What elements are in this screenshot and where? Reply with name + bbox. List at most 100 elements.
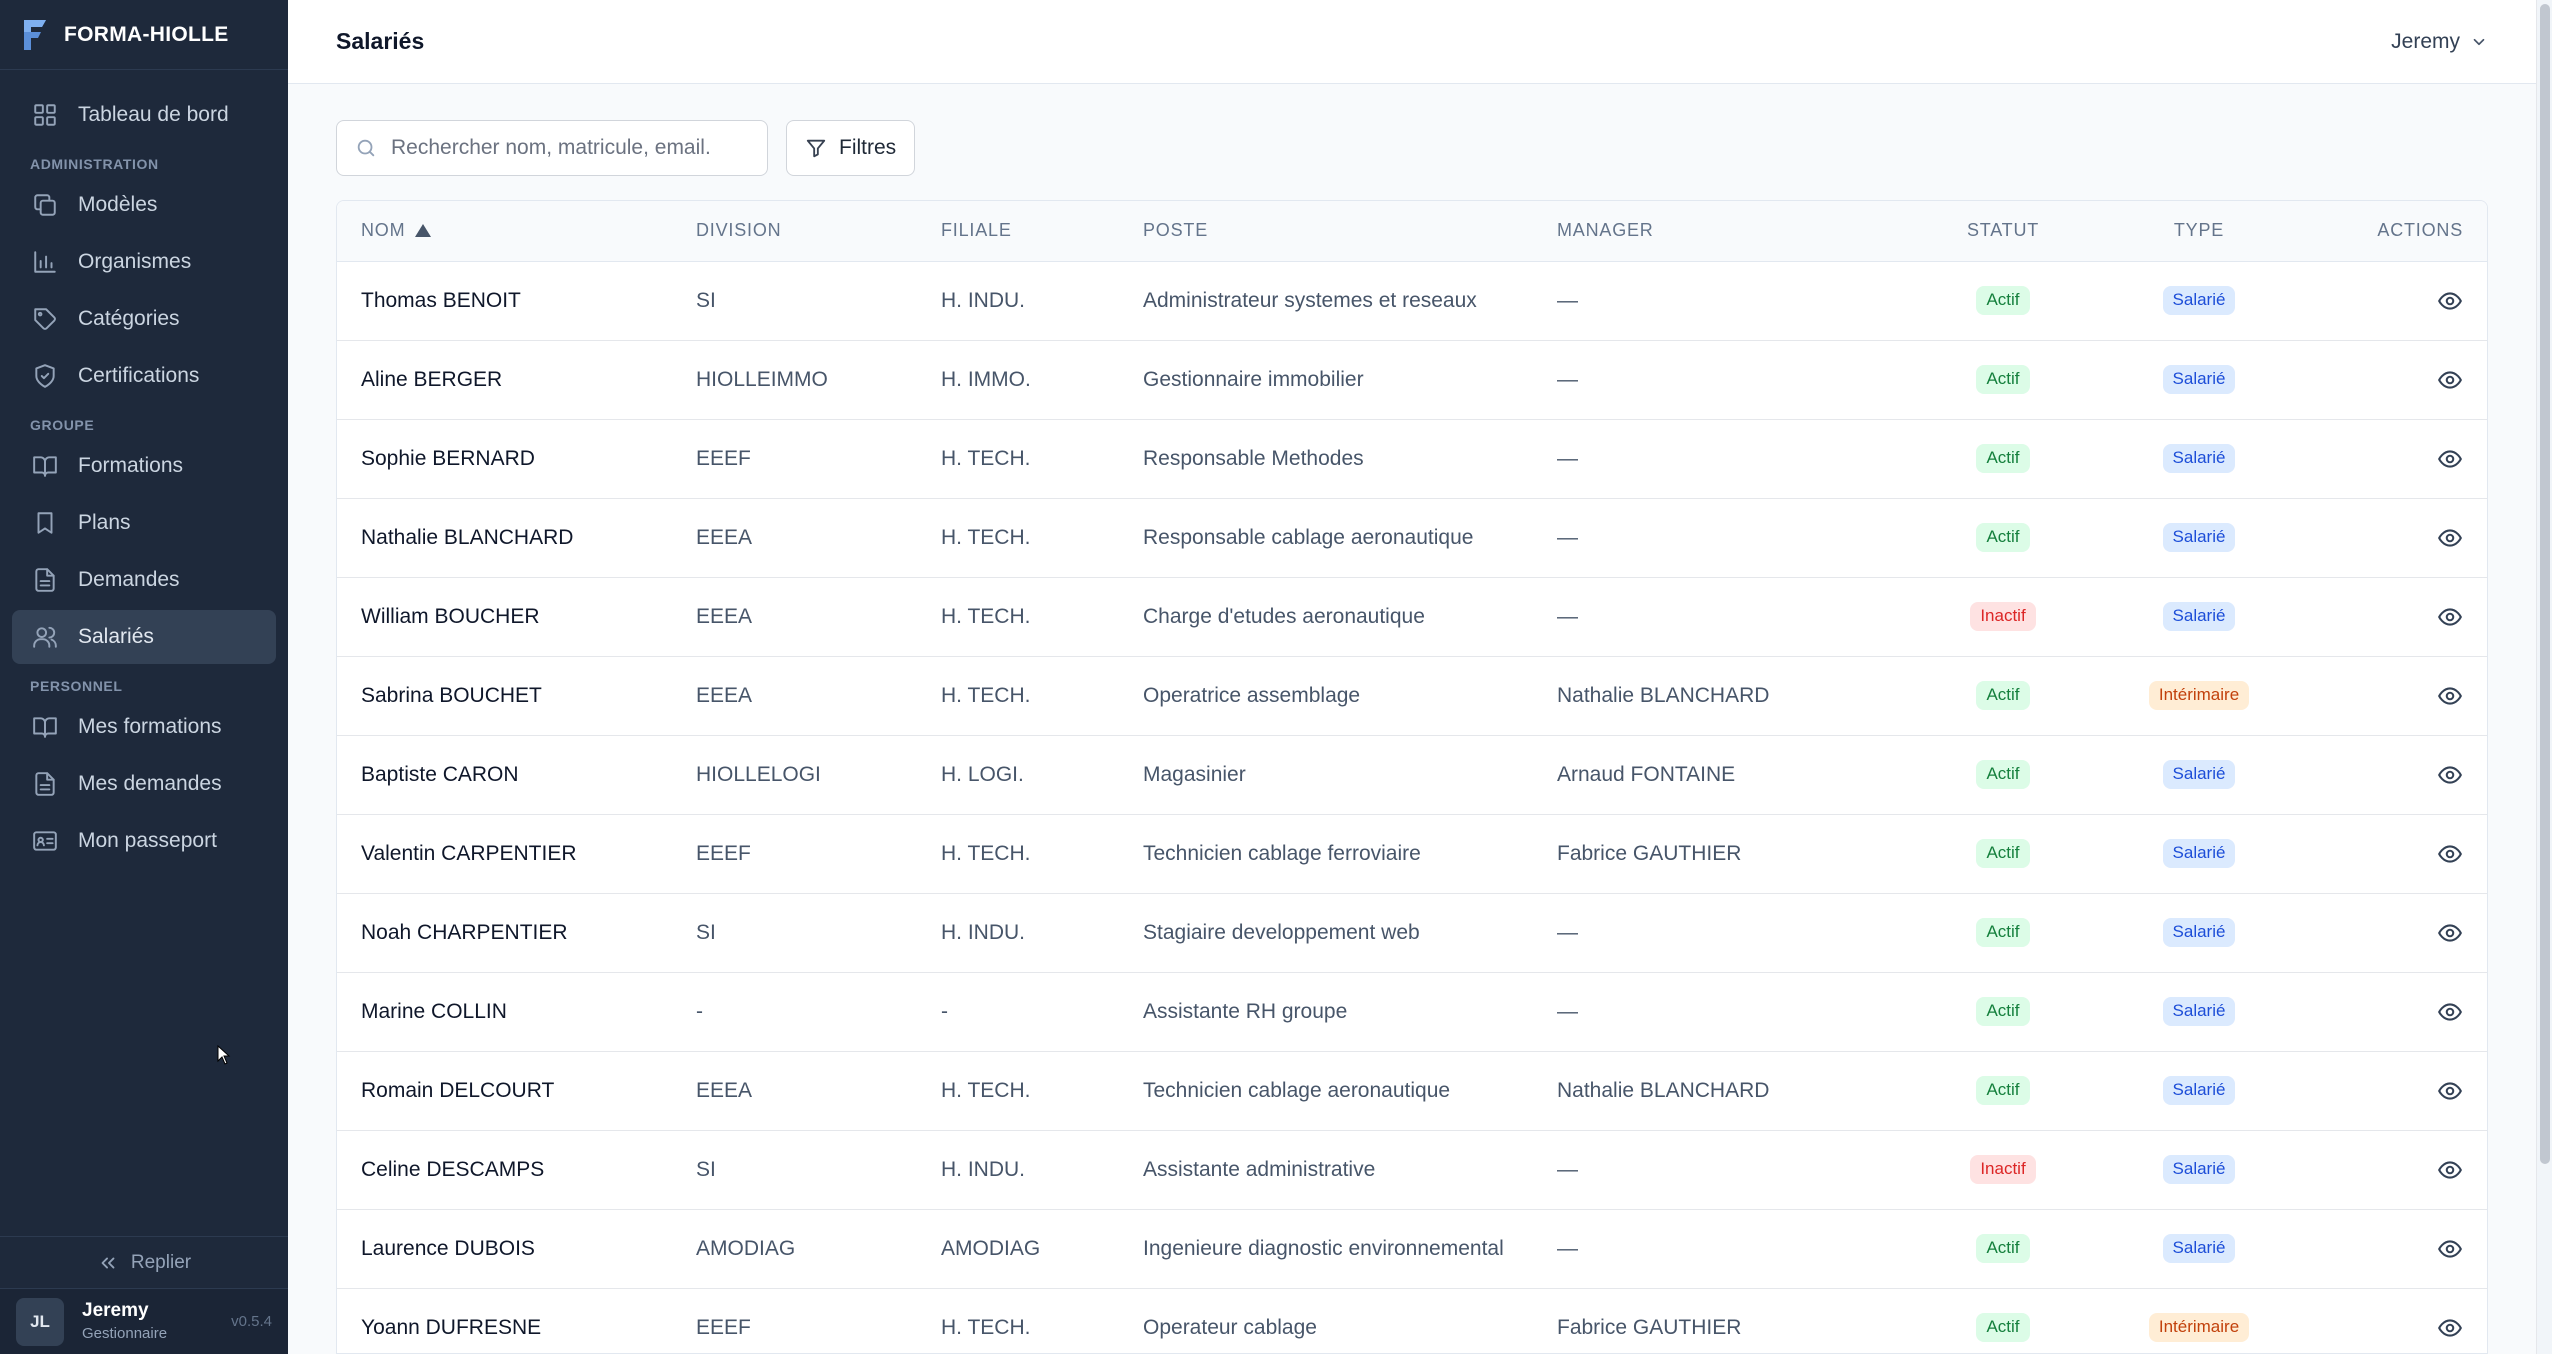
view-eye-icon[interactable] bbox=[2437, 1078, 2463, 1104]
book-open-icon bbox=[33, 717, 57, 738]
employees-table-container: NOM DIVISION FILIALE POSTE MANAGER STATU… bbox=[336, 200, 2488, 1354]
cell-nom[interactable]: Yoann DUFRESNE bbox=[337, 1288, 696, 1353]
user-menu-button[interactable]: Jeremy bbox=[2391, 30, 2488, 54]
cell-poste: Magasinier bbox=[1143, 762, 1246, 786]
sidebar-item-modeles[interactable]: Modèles bbox=[12, 178, 276, 232]
table-row[interactable]: Nathalie BLANCHARD EEEA H. TECH. Responsabl… bbox=[337, 498, 2487, 577]
view-eye-icon[interactable] bbox=[2437, 446, 2463, 472]
search-box[interactable] bbox=[336, 120, 768, 176]
column-header-nom[interactable]: NOM bbox=[337, 201, 696, 262]
user-role: Gestionnaire bbox=[82, 1325, 168, 1343]
column-header-manager[interactable]: MANAGER bbox=[1557, 201, 1905, 262]
view-eye-icon[interactable] bbox=[2437, 1315, 2463, 1341]
sidebar-item-certifications[interactable]: Certifications bbox=[12, 349, 276, 403]
cell-nom[interactable]: Laurence DUBOIS bbox=[337, 1209, 696, 1288]
column-header-filiale[interactable]: FILIALE bbox=[941, 201, 1143, 262]
cell-nom[interactable]: Sophie BERNARD bbox=[337, 419, 696, 498]
cell-division: EEEA bbox=[696, 683, 753, 707]
sidebar-item-salaries[interactable]: Salariés bbox=[12, 610, 276, 664]
cell-type: Salarié bbox=[2101, 814, 2297, 893]
cell-filiale: H. TECH. bbox=[941, 1078, 1031, 1102]
table-row[interactable]: Romain DELCOURT EEEA H. TECH. Technicien ca… bbox=[337, 1051, 2487, 1130]
table-row[interactable]: Marine COLLIN - - Assistante RH groupe — Acti… bbox=[337, 972, 2487, 1051]
brand[interactable]: FORMA-HIOLLE bbox=[0, 0, 288, 70]
sidebar-item-dashboard[interactable]: Tableau de bord bbox=[12, 88, 276, 142]
cell-nom[interactable]: Baptiste CARON bbox=[337, 735, 696, 814]
view-eye-icon[interactable] bbox=[2437, 604, 2463, 630]
cell-actions bbox=[2297, 498, 2487, 577]
type-badge: Salarié bbox=[2162, 839, 2236, 868]
cell-type: Salarié bbox=[2101, 419, 2297, 498]
view-eye-icon[interactable] bbox=[2437, 683, 2463, 709]
status-badge: Actif bbox=[1976, 286, 2030, 315]
table-row[interactable]: Thomas BENOIT SI H. INDU. Administrateur sy… bbox=[337, 261, 2487, 340]
scrollbar-thumb[interactable] bbox=[2540, 4, 2550, 1164]
table-row[interactable]: Sabrina BOUCHET EEEA H. TECH. Operatrice as… bbox=[337, 656, 2487, 735]
cell-type: Salarié bbox=[2101, 1209, 2297, 1288]
column-header-poste[interactable]: POSTE bbox=[1143, 201, 1557, 262]
cell-division: EEEA bbox=[696, 525, 753, 549]
search-input[interactable] bbox=[391, 136, 751, 160]
status-badge: Actif bbox=[1976, 1313, 2030, 1342]
column-header-label: NOM bbox=[361, 220, 406, 241]
table-row[interactable]: Valentin CARPENTIER EEEF H. TECH. Technicie… bbox=[337, 814, 2487, 893]
table-row[interactable]: Celine DESCAMPS SI H. INDU. Assistante admi… bbox=[337, 1130, 2487, 1209]
table-row[interactable]: Noah CHARPENTIER SI H. INDU. Stagiaire deve… bbox=[337, 893, 2487, 972]
cell-poste: Administrateur systemes et reseaux bbox=[1143, 288, 1477, 312]
cell-poste: Charge d'etudes aeronautique bbox=[1143, 604, 1425, 628]
cell-nom[interactable]: Romain DELCOURT bbox=[337, 1051, 696, 1130]
cell-nom[interactable]: Valentin CARPENTIER bbox=[337, 814, 696, 893]
sidebar-item-plans[interactable]: Plans bbox=[12, 496, 276, 550]
cell-filiale: H. TECH. bbox=[941, 683, 1031, 707]
table-row[interactable]: Baptiste CARON HIOLLELOGI H. LOGI. Magasini… bbox=[337, 735, 2487, 814]
sidebar-item-formations[interactable]: Formations bbox=[12, 439, 276, 493]
cell-nom[interactable]: Nathalie BLANCHARD bbox=[337, 498, 696, 577]
filters-button[interactable]: Filtres bbox=[786, 120, 916, 176]
cell-nom[interactable]: William BOUCHER bbox=[337, 577, 696, 656]
user-card[interactable]: JL Jeremy Gestionnaire v0.5.4 bbox=[0, 1288, 288, 1354]
cell-type: Intérimaire bbox=[2101, 656, 2297, 735]
collapse-sidebar-button[interactable]: Replier bbox=[0, 1236, 288, 1288]
cell-nom[interactable]: Celine DESCAMPS bbox=[337, 1130, 696, 1209]
cell-division: SI bbox=[696, 288, 716, 312]
view-eye-icon[interactable] bbox=[2437, 841, 2463, 867]
user-name: Jeremy bbox=[82, 1300, 149, 1322]
sidebar-item-mes-formations[interactable]: Mes formations bbox=[12, 700, 276, 754]
search-icon bbox=[357, 139, 375, 157]
cell-statut: Actif bbox=[1905, 1288, 2101, 1353]
view-eye-icon[interactable] bbox=[2437, 367, 2463, 393]
cell-filiale: H. INDU. bbox=[941, 920, 1025, 944]
cell-nom[interactable]: Marine COLLIN bbox=[337, 972, 696, 1051]
cell-nom[interactable]: Aline BERGER bbox=[337, 340, 696, 419]
table-row[interactable]: Aline BERGER HIOLLEIMMO H. IMMO. Gestionnai… bbox=[337, 340, 2487, 419]
column-header-statut[interactable]: STATUT bbox=[1905, 201, 2101, 262]
cell-filiale: H. IMMO. bbox=[941, 367, 1031, 391]
view-eye-icon[interactable] bbox=[2437, 920, 2463, 946]
sidebar-item-mes-demandes[interactable]: Mes demandes bbox=[12, 757, 276, 811]
cell-actions bbox=[2297, 893, 2487, 972]
cell-nom[interactable]: Sabrina BOUCHET bbox=[337, 656, 696, 735]
view-eye-icon[interactable] bbox=[2437, 525, 2463, 551]
column-header-type[interactable]: TYPE bbox=[2101, 201, 2297, 262]
table-row[interactable]: Sophie BERNARD EEEF H. TECH. Responsable Me… bbox=[337, 419, 2487, 498]
table-row[interactable]: Yoann DUFRESNE EEEF H. TECH. Operateur cabl… bbox=[337, 1288, 2487, 1353]
view-eye-icon[interactable] bbox=[2437, 288, 2463, 314]
view-eye-icon[interactable] bbox=[2437, 1236, 2463, 1262]
cell-manager: Fabrice GAUTHIER bbox=[1557, 1315, 1742, 1339]
view-eye-icon[interactable] bbox=[2437, 999, 2463, 1025]
sidebar-item-categories[interactable]: Catégories bbox=[12, 292, 276, 346]
table-row[interactable]: William BOUCHER EEEA H. TECH. Charge d'etud… bbox=[337, 577, 2487, 656]
type-badge: Salarié bbox=[2162, 444, 2236, 473]
id-card-icon bbox=[33, 831, 57, 851]
view-eye-icon[interactable] bbox=[2437, 1157, 2463, 1183]
page-scrollbar[interactable] bbox=[2536, 0, 2552, 1354]
table-row[interactable]: Laurence DUBOIS AMODIAG AMODIAG Ingenieure … bbox=[337, 1209, 2487, 1288]
cell-nom[interactable]: Thomas BENOIT bbox=[337, 261, 696, 340]
view-eye-icon[interactable] bbox=[2437, 762, 2463, 788]
cell-manager: — bbox=[1557, 446, 1578, 470]
sidebar-item-organismes[interactable]: Organismes bbox=[12, 235, 276, 289]
sidebar-item-mon-passeport[interactable]: Mon passeport bbox=[12, 814, 276, 868]
sidebar-item-demandes[interactable]: Demandes bbox=[12, 553, 276, 607]
column-header-division[interactable]: DIVISION bbox=[696, 201, 941, 262]
cell-nom[interactable]: Noah CHARPENTIER bbox=[337, 893, 696, 972]
